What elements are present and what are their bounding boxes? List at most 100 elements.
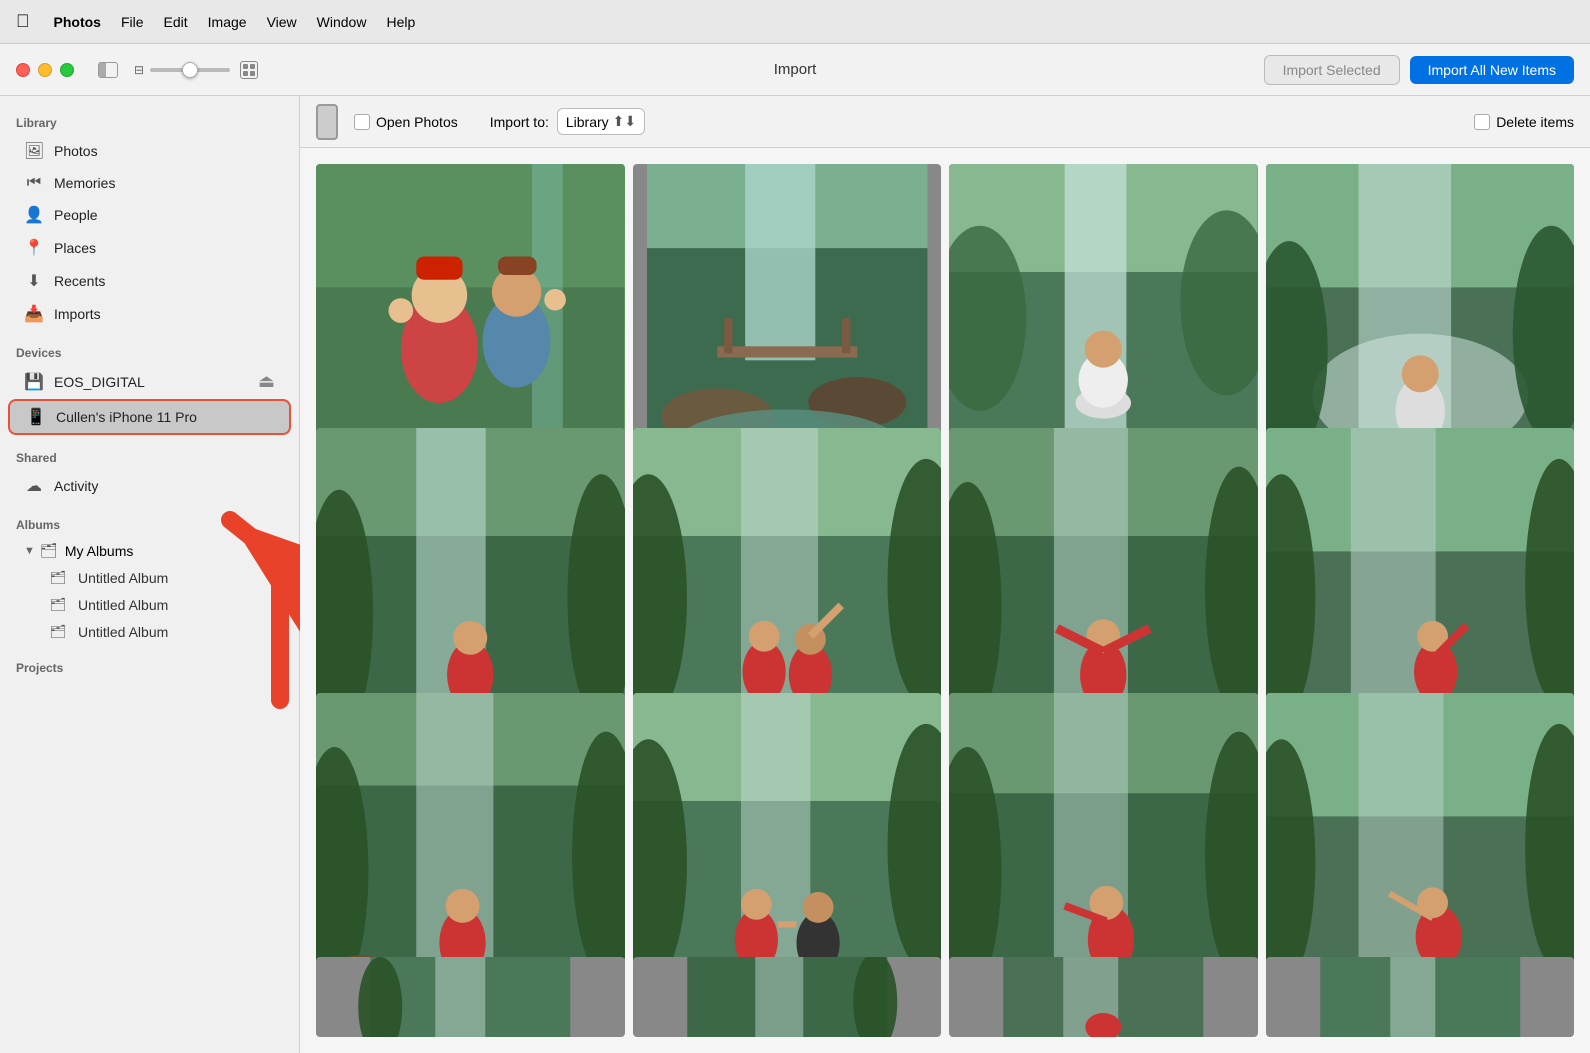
my-albums-icon: 🗂 xyxy=(39,542,59,559)
delete-items-container: Delete items xyxy=(1474,114,1574,130)
open-photos-label: Open Photos xyxy=(376,114,458,130)
device-icon-button[interactable] xyxy=(316,104,338,140)
minimize-button[interactable] xyxy=(38,63,52,77)
zoom-slider[interactable] xyxy=(150,68,230,72)
traffic-lights xyxy=(0,63,90,77)
shared-section-label: Shared xyxy=(0,443,299,469)
menu-bar:  Photos File Edit Image View Window Hel… xyxy=(0,0,1590,44)
photo-grid xyxy=(300,148,1590,1053)
import-toolbar: Open Photos Import to: Library ⬆⬇ Delete… xyxy=(300,96,1590,148)
import-to-label: Import to: xyxy=(490,114,549,130)
photo-cell-1[interactable] xyxy=(316,164,625,473)
sidebar-item-untitled-album-2[interactable]: 🗂 Untitled Album xyxy=(8,592,291,618)
grid-view-icon[interactable] xyxy=(240,61,258,79)
albums-section-label: Albums xyxy=(0,510,299,536)
album-icon-3: 🗂 xyxy=(48,624,68,640)
open-photos-checkbox-label[interactable]: Open Photos xyxy=(354,114,458,130)
photo-cell-3[interactable] xyxy=(949,164,1258,473)
import-to-select[interactable]: Library ⬆⬇ xyxy=(557,108,645,135)
content-area: Open Photos Import to: Library ⬆⬇ Delete… xyxy=(300,96,1590,1053)
apple-logo-icon[interactable]:  xyxy=(16,11,30,32)
maximize-button[interactable] xyxy=(60,63,74,77)
untitled-album-2-label: Untitled Album xyxy=(78,597,168,613)
photo-cell-13[interactable] xyxy=(316,957,625,1037)
photo-cell-4[interactable] xyxy=(1266,164,1575,473)
menu-help[interactable]: Help xyxy=(386,14,415,30)
devices-section-label: Devices xyxy=(0,338,299,364)
import-all-button[interactable]: Import All New Items xyxy=(1410,56,1574,84)
sidebar-iphone-label: Cullen's iPhone 11 Pro xyxy=(56,409,197,425)
delete-items-label: Delete items xyxy=(1496,114,1574,130)
sidebar-item-places[interactable]: 📍 Places xyxy=(8,232,291,264)
chevron-down-icon: ▼ xyxy=(24,545,35,557)
sidebar-item-photos[interactable]: 🖼 Photos xyxy=(8,135,291,167)
sidebar-item-activity[interactable]: ☁ Activity xyxy=(8,470,291,502)
sidebar-item-iphone[interactable]: 📱 Cullen's iPhone 11 Pro xyxy=(8,399,291,435)
sidebar-item-untitled-album-3[interactable]: 🗂 Untitled Album xyxy=(8,619,291,645)
photo-cell-15[interactable] xyxy=(949,957,1258,1037)
import-to-container: Import to: Library ⬆⬇ xyxy=(490,108,645,135)
sidebar-item-recents[interactable]: ⬇ Recents xyxy=(8,265,291,297)
photo-cell-14[interactable] xyxy=(633,957,942,1037)
album-icon-2: 🗂 xyxy=(48,597,68,613)
title-bar-actions: Import Selected Import All New Items xyxy=(1264,55,1590,85)
places-icon: 📍 xyxy=(24,238,44,258)
main-layout: Library 🖼 Photos ⏮ Memories 👤 People 📍 P… xyxy=(0,96,1590,1053)
sidebar-places-label: Places xyxy=(54,240,96,256)
my-albums-label: My Albums xyxy=(65,543,133,559)
imports-icon: 📥 xyxy=(24,304,44,324)
photo-cell-12[interactable] xyxy=(1266,693,1575,1002)
import-selected-button[interactable]: Import Selected xyxy=(1264,55,1400,85)
menu-window[interactable]: Window xyxy=(317,14,367,30)
album-icon-1: 🗂 xyxy=(48,570,68,586)
zoom-slider-area[interactable]: ⊟ xyxy=(134,61,258,79)
photo-cell-16[interactable] xyxy=(1266,957,1575,1037)
memories-icon: ⏮ xyxy=(24,174,44,192)
recents-icon: ⬇ xyxy=(24,271,44,291)
projects-section-label: Projects xyxy=(0,653,299,679)
sidebar-memories-label: Memories xyxy=(54,175,115,191)
window-controls: ⊟ xyxy=(98,61,258,79)
menu-view[interactable]: View xyxy=(267,14,297,30)
menu-photos[interactable]: Photos xyxy=(54,14,101,30)
menu-file[interactable]: File xyxy=(121,14,144,30)
photos-icon: 🖼 xyxy=(24,141,44,161)
sidebar-recents-label: Recents xyxy=(54,273,105,289)
menu-image[interactable]: Image xyxy=(208,14,247,30)
activity-icon: ☁ xyxy=(24,476,44,496)
my-albums-row[interactable]: ▼ 🗂 My Albums xyxy=(8,537,291,564)
photo-cell-9[interactable] xyxy=(316,693,625,1002)
photo-cell-11[interactable] xyxy=(949,693,1258,1002)
photo-cell-7[interactable] xyxy=(949,428,1258,737)
sidebar-item-imports[interactable]: 📥 Imports xyxy=(8,298,291,330)
close-button[interactable] xyxy=(16,63,30,77)
sidebar-item-memories[interactable]: ⏮ Memories xyxy=(8,168,291,198)
photo-cell-2[interactable] xyxy=(633,164,942,473)
import-to-value: Library xyxy=(566,114,609,130)
eject-icon[interactable]: ⏏ xyxy=(258,371,275,392)
sidebar-item-eos-digital[interactable]: 💾 EOS_DIGITAL ⏏ xyxy=(8,365,291,398)
sidebar-item-people[interactable]: 👤 People xyxy=(8,199,291,231)
eos-digital-icon: 💾 xyxy=(24,372,44,392)
photo-cell-5[interactable] xyxy=(316,428,625,737)
title-bar: ⊟ Import Import Selected Import All New … xyxy=(0,44,1590,96)
sidebar: Library 🖼 Photos ⏮ Memories 👤 People 📍 P… xyxy=(0,96,300,1053)
open-photos-checkbox[interactable] xyxy=(354,114,370,130)
photo-cell-8[interactable] xyxy=(1266,428,1575,737)
iphone-icon: 📱 xyxy=(26,407,46,427)
sidebar-activity-label: Activity xyxy=(54,478,98,494)
untitled-album-1-label: Untitled Album xyxy=(78,570,168,586)
sidebar-imports-label: Imports xyxy=(54,306,101,322)
delete-items-checkbox[interactable] xyxy=(1474,114,1490,130)
photo-cell-10[interactable] xyxy=(633,693,942,1002)
sidebar-item-untitled-album-1[interactable]: 🗂 Untitled Album xyxy=(8,565,291,591)
library-section-label: Library xyxy=(0,108,299,134)
sidebar-people-label: People xyxy=(54,207,98,223)
people-icon: 👤 xyxy=(24,205,44,225)
chevron-updown-icon: ⬆⬇ xyxy=(613,113,636,130)
menu-edit[interactable]: Edit xyxy=(164,14,188,30)
photo-cell-6[interactable] xyxy=(633,428,942,737)
sidebar-toggle-button[interactable] xyxy=(98,62,118,78)
sidebar-photos-label: Photos xyxy=(54,143,98,159)
untitled-album-3-label: Untitled Album xyxy=(78,624,168,640)
